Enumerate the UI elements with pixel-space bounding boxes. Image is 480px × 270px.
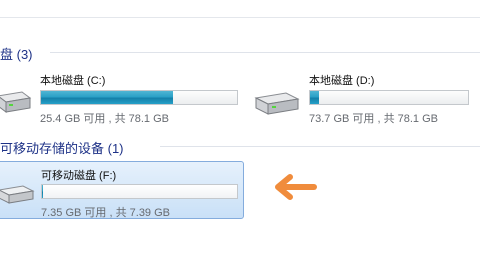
drive-c[interactable]: 本地磁盘 (C:) 25.4 GB 可用 , 共 78.1 GB <box>0 68 250 126</box>
drive-f-selected[interactable]: 可移动磁盘 (F:) 7.35 GB 可用 , 共 7.39 GB <box>0 161 244 219</box>
group-divider <box>160 146 480 147</box>
top-toolbar-edge <box>0 0 480 18</box>
drive-name: 本地磁盘 (C:) <box>40 75 106 87</box>
group-header-label: 有可移动存储的设备 (1) <box>0 141 124 156</box>
drive-space-info: 7.35 GB 可用 , 共 7.39 GB <box>41 207 170 219</box>
arrow-left-icon <box>275 174 317 200</box>
drive-name: 可移动磁盘 (F:) <box>41 170 117 182</box>
group-divider <box>50 52 480 53</box>
drive-d[interactable]: 本地磁盘 (D:) 73.7 GB 可用 , 共 78.1 GB <box>252 68 480 126</box>
drive-usage-bar <box>41 184 238 199</box>
drive-usage-bar <box>40 90 238 105</box>
group-header-hard-disks[interactable]: 硬盘 (3) <box>0 44 46 63</box>
drive-usage-bar <box>309 90 469 105</box>
group-header-removable[interactable]: 有可移动存储的设备 (1) <box>0 138 137 157</box>
drive-name: 本地磁盘 (D:) <box>309 75 375 87</box>
hard-disk-icon <box>0 91 32 113</box>
drive-space-info: 73.7 GB 可用 , 共 78.1 GB <box>309 113 438 125</box>
drive-usage-fill <box>310 91 319 104</box>
group-header-label: 硬盘 (3) <box>0 47 33 62</box>
drive-usage-fill <box>42 185 43 198</box>
hard-disk-icon <box>254 92 300 115</box>
drive-space-info: 25.4 GB 可用 , 共 78.1 GB <box>40 113 169 125</box>
removable-disk-icon <box>0 185 35 204</box>
drive-usage-fill <box>41 91 174 104</box>
